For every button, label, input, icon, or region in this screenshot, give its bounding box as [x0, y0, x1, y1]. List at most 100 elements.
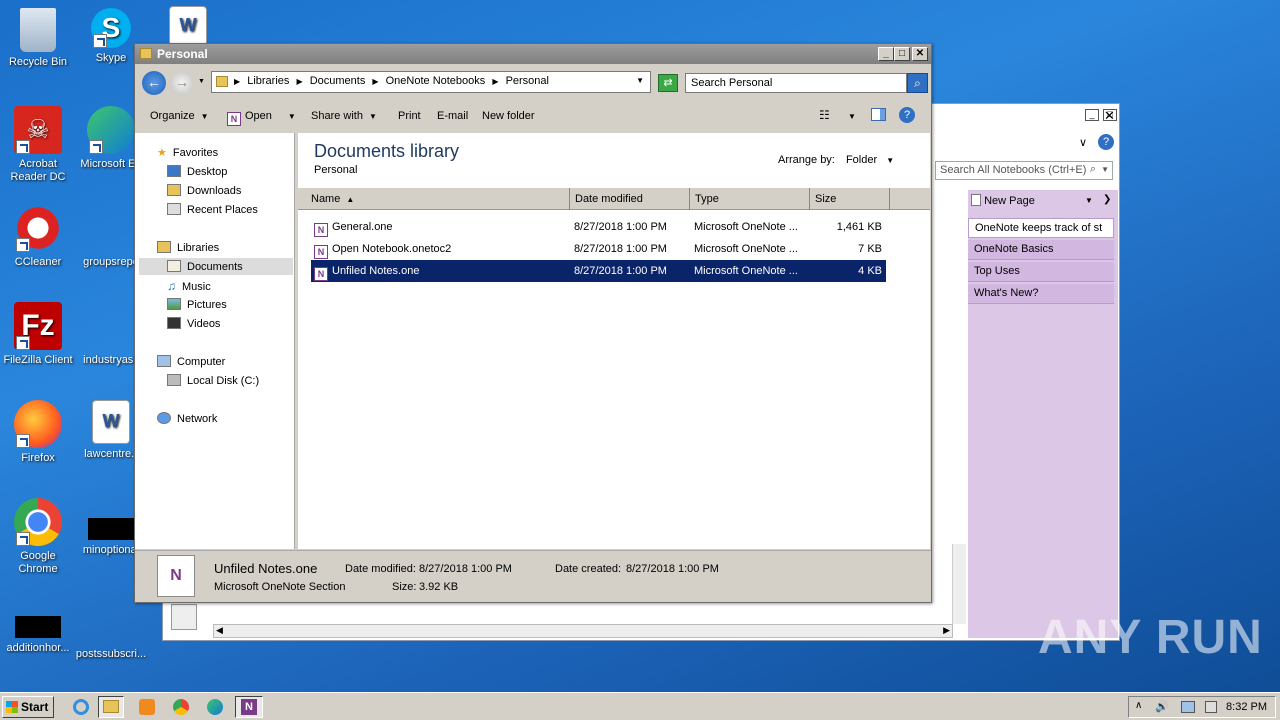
open-button[interactable]: N Open ▼ [227, 110, 296, 126]
breadcrumb-personal[interactable]: Personal [506, 75, 549, 87]
videos-icon [167, 317, 181, 329]
chevron-down-icon: ▼ [200, 112, 209, 121]
organize-button[interactable]: Organize ▼ [150, 110, 209, 122]
nav-desktop[interactable]: Desktop [167, 163, 227, 180]
chevron-down-icon[interactable]: ▼ [848, 112, 856, 121]
chevron-down-icon[interactable]: ▼ [288, 112, 296, 121]
nav-network[interactable]: Network [157, 410, 217, 427]
nav-pictures[interactable]: Pictures [167, 296, 227, 313]
chrome-taskbar-icon[interactable] [168, 696, 194, 718]
file-row[interactable]: N Unfiled Notes.one 8/27/2018 1:00 PM Mic… [311, 260, 886, 282]
vertical-scrollbar[interactable] [952, 544, 966, 624]
open-label: Open [245, 110, 272, 122]
file-row[interactable]: N Open Notebook.onetoc2 8/27/2018 1:00 PM… [311, 238, 886, 260]
forward-button[interactable]: → [170, 71, 194, 95]
arrange-by[interactable]: Arrange by: Folder ▼ [778, 154, 894, 166]
flag-icon[interactable] [1205, 701, 1217, 713]
help-icon[interactable]: ? [1098, 134, 1114, 150]
folder-icon [216, 76, 228, 87]
chevron-down-icon[interactable]: ▼ [198, 78, 205, 85]
nav-label: Downloads [187, 185, 242, 197]
network-tray-icon[interactable] [1181, 701, 1195, 713]
edge-taskbar-icon[interactable] [202, 696, 228, 718]
chrome-icon[interactable]: Google Chrome [0, 498, 76, 576]
preview-pane-icon[interactable] [871, 108, 886, 121]
nav-documents[interactable]: Documents [139, 258, 293, 275]
chevron-down-icon[interactable]: ▼ [886, 156, 894, 165]
close-button[interactable]: ✕ [912, 47, 928, 61]
onenote-search-input[interactable]: Search All Notebooks (Ctrl+E) ⌕ ▼ [935, 161, 1113, 180]
close-icon[interactable]: ✕ [1104, 108, 1115, 124]
volume-icon[interactable]: 🔊 [1155, 700, 1169, 713]
maximize-button[interactable]: □ [894, 47, 910, 61]
view-options-icon[interactable]: ☷ [819, 108, 830, 122]
nav-music[interactable]: ♫ Music [167, 277, 211, 294]
start-button[interactable]: Start [2, 696, 54, 718]
chevron-right-icon[interactable]: ❯ [1103, 194, 1111, 205]
page-tab[interactable]: OneNote keeps track of st [968, 218, 1114, 238]
chevron-down-icon[interactable]: ▼ [636, 76, 644, 85]
minimize-button[interactable]: _ [1085, 109, 1099, 121]
file-type: Microsoft OneNote ... [694, 221, 798, 233]
column-header-date[interactable]: Date modified [570, 188, 690, 210]
share-with-button[interactable]: Share with ▼ [311, 110, 377, 122]
filezilla-icon[interactable]: Fz FileZilla Client [0, 302, 76, 367]
back-button[interactable]: ← [142, 71, 166, 95]
breadcrumb-libraries[interactable]: Libraries [247, 75, 289, 87]
column-header-name[interactable]: Name ▲ [306, 188, 570, 210]
media-player-taskbar-icon[interactable] [134, 696, 160, 718]
title-bar[interactable]: Personal _ □ ✕ [135, 44, 931, 64]
ccleaner-icon[interactable]: CCleaner [0, 204, 76, 269]
arrange-by-value[interactable]: Folder [846, 154, 877, 166]
clock[interactable]: 8:32 PM [1226, 701, 1267, 713]
explorer-taskbar-icon[interactable] [98, 696, 124, 718]
nav-recent-places[interactable]: Recent Places [167, 201, 258, 218]
page-tab[interactable]: OneNote Basics [968, 240, 1114, 260]
collapse-ribbon-icon[interactable]: ∨ [1079, 136, 1087, 149]
nav-favorites[interactable]: ★ Favorites [157, 144, 218, 161]
search-button[interactable]: ⌕ [907, 73, 928, 93]
chevron-up-icon[interactable]: ∧ [1135, 700, 1142, 711]
firefox-icon[interactable]: Firefox [0, 400, 76, 465]
breadcrumb-documents[interactable]: Documents [310, 75, 366, 87]
additionhor-icon[interactable]: additionhor... [0, 596, 76, 655]
breadcrumb-onenote-notebooks[interactable]: OneNote Notebooks [386, 75, 486, 87]
acrobat-reader-icon[interactable]: ☠ Acrobat Reader DC [0, 106, 76, 184]
recycle-bin-icon[interactable]: Recycle Bin [0, 8, 76, 69]
column-header-type[interactable]: Type [690, 188, 810, 210]
new-page-button[interactable]: New Page ▼ ❯ [971, 194, 1111, 207]
column-header-size[interactable]: Size [810, 188, 890, 210]
email-button[interactable]: E-mail [437, 110, 468, 122]
chevron-down-icon[interactable]: ▼ [1101, 165, 1109, 174]
new-folder-button[interactable]: New folder [482, 110, 535, 122]
nav-libraries[interactable]: Libraries [157, 239, 219, 256]
ie-taskbar-icon[interactable] [68, 696, 94, 718]
nav-videos[interactable]: Videos [167, 315, 220, 332]
file-row[interactable]: N General.one 8/27/2018 1:00 PM Microsoft… [311, 216, 886, 238]
help-icon[interactable]: ? [899, 107, 915, 123]
postssubscri-label: postssubscri... [75, 648, 147, 660]
nav-computer[interactable]: Computer [157, 353, 225, 370]
notebook-icon[interactable] [171, 604, 197, 630]
minimize-button[interactable]: _ [878, 47, 894, 61]
nav-local-disk[interactable]: Local Disk (C:) [167, 372, 259, 389]
onenote-taskbar-icon[interactable]: N [235, 696, 263, 718]
explorer-window[interactable]: Personal _ □ ✕ ← → ▼ ▶ Libraries ▶ Docum… [134, 43, 932, 603]
postssubscri-icon[interactable]: postssubscri... [73, 596, 149, 661]
computer-icon [157, 355, 171, 367]
breadcrumb-sep: ▶ [372, 77, 379, 86]
scroll-left-icon[interactable]: ◀ [216, 625, 223, 636]
scroll-right-icon[interactable]: ▶ [943, 625, 950, 636]
breadcrumb[interactable]: ▶ Libraries ▶ Documents ▶ OneNote Notebo… [211, 71, 651, 93]
search-input[interactable]: Search Personal [685, 73, 907, 93]
print-button[interactable]: Print [398, 110, 421, 122]
refresh-button[interactable]: ⇄ [658, 74, 678, 92]
page-tab[interactable]: Top Uses [968, 262, 1114, 282]
anyrun-watermark: ANY RUN [1038, 611, 1263, 664]
chevron-down-icon[interactable]: ▼ [1085, 196, 1093, 205]
nav-downloads[interactable]: Downloads [167, 182, 241, 199]
horizontal-scrollbar[interactable]: ◀ ▶ [213, 624, 953, 638]
onenote-icon: N [227, 112, 241, 126]
file-type: Microsoft OneNote ... [694, 243, 798, 255]
page-tab[interactable]: What's New? [968, 284, 1114, 304]
